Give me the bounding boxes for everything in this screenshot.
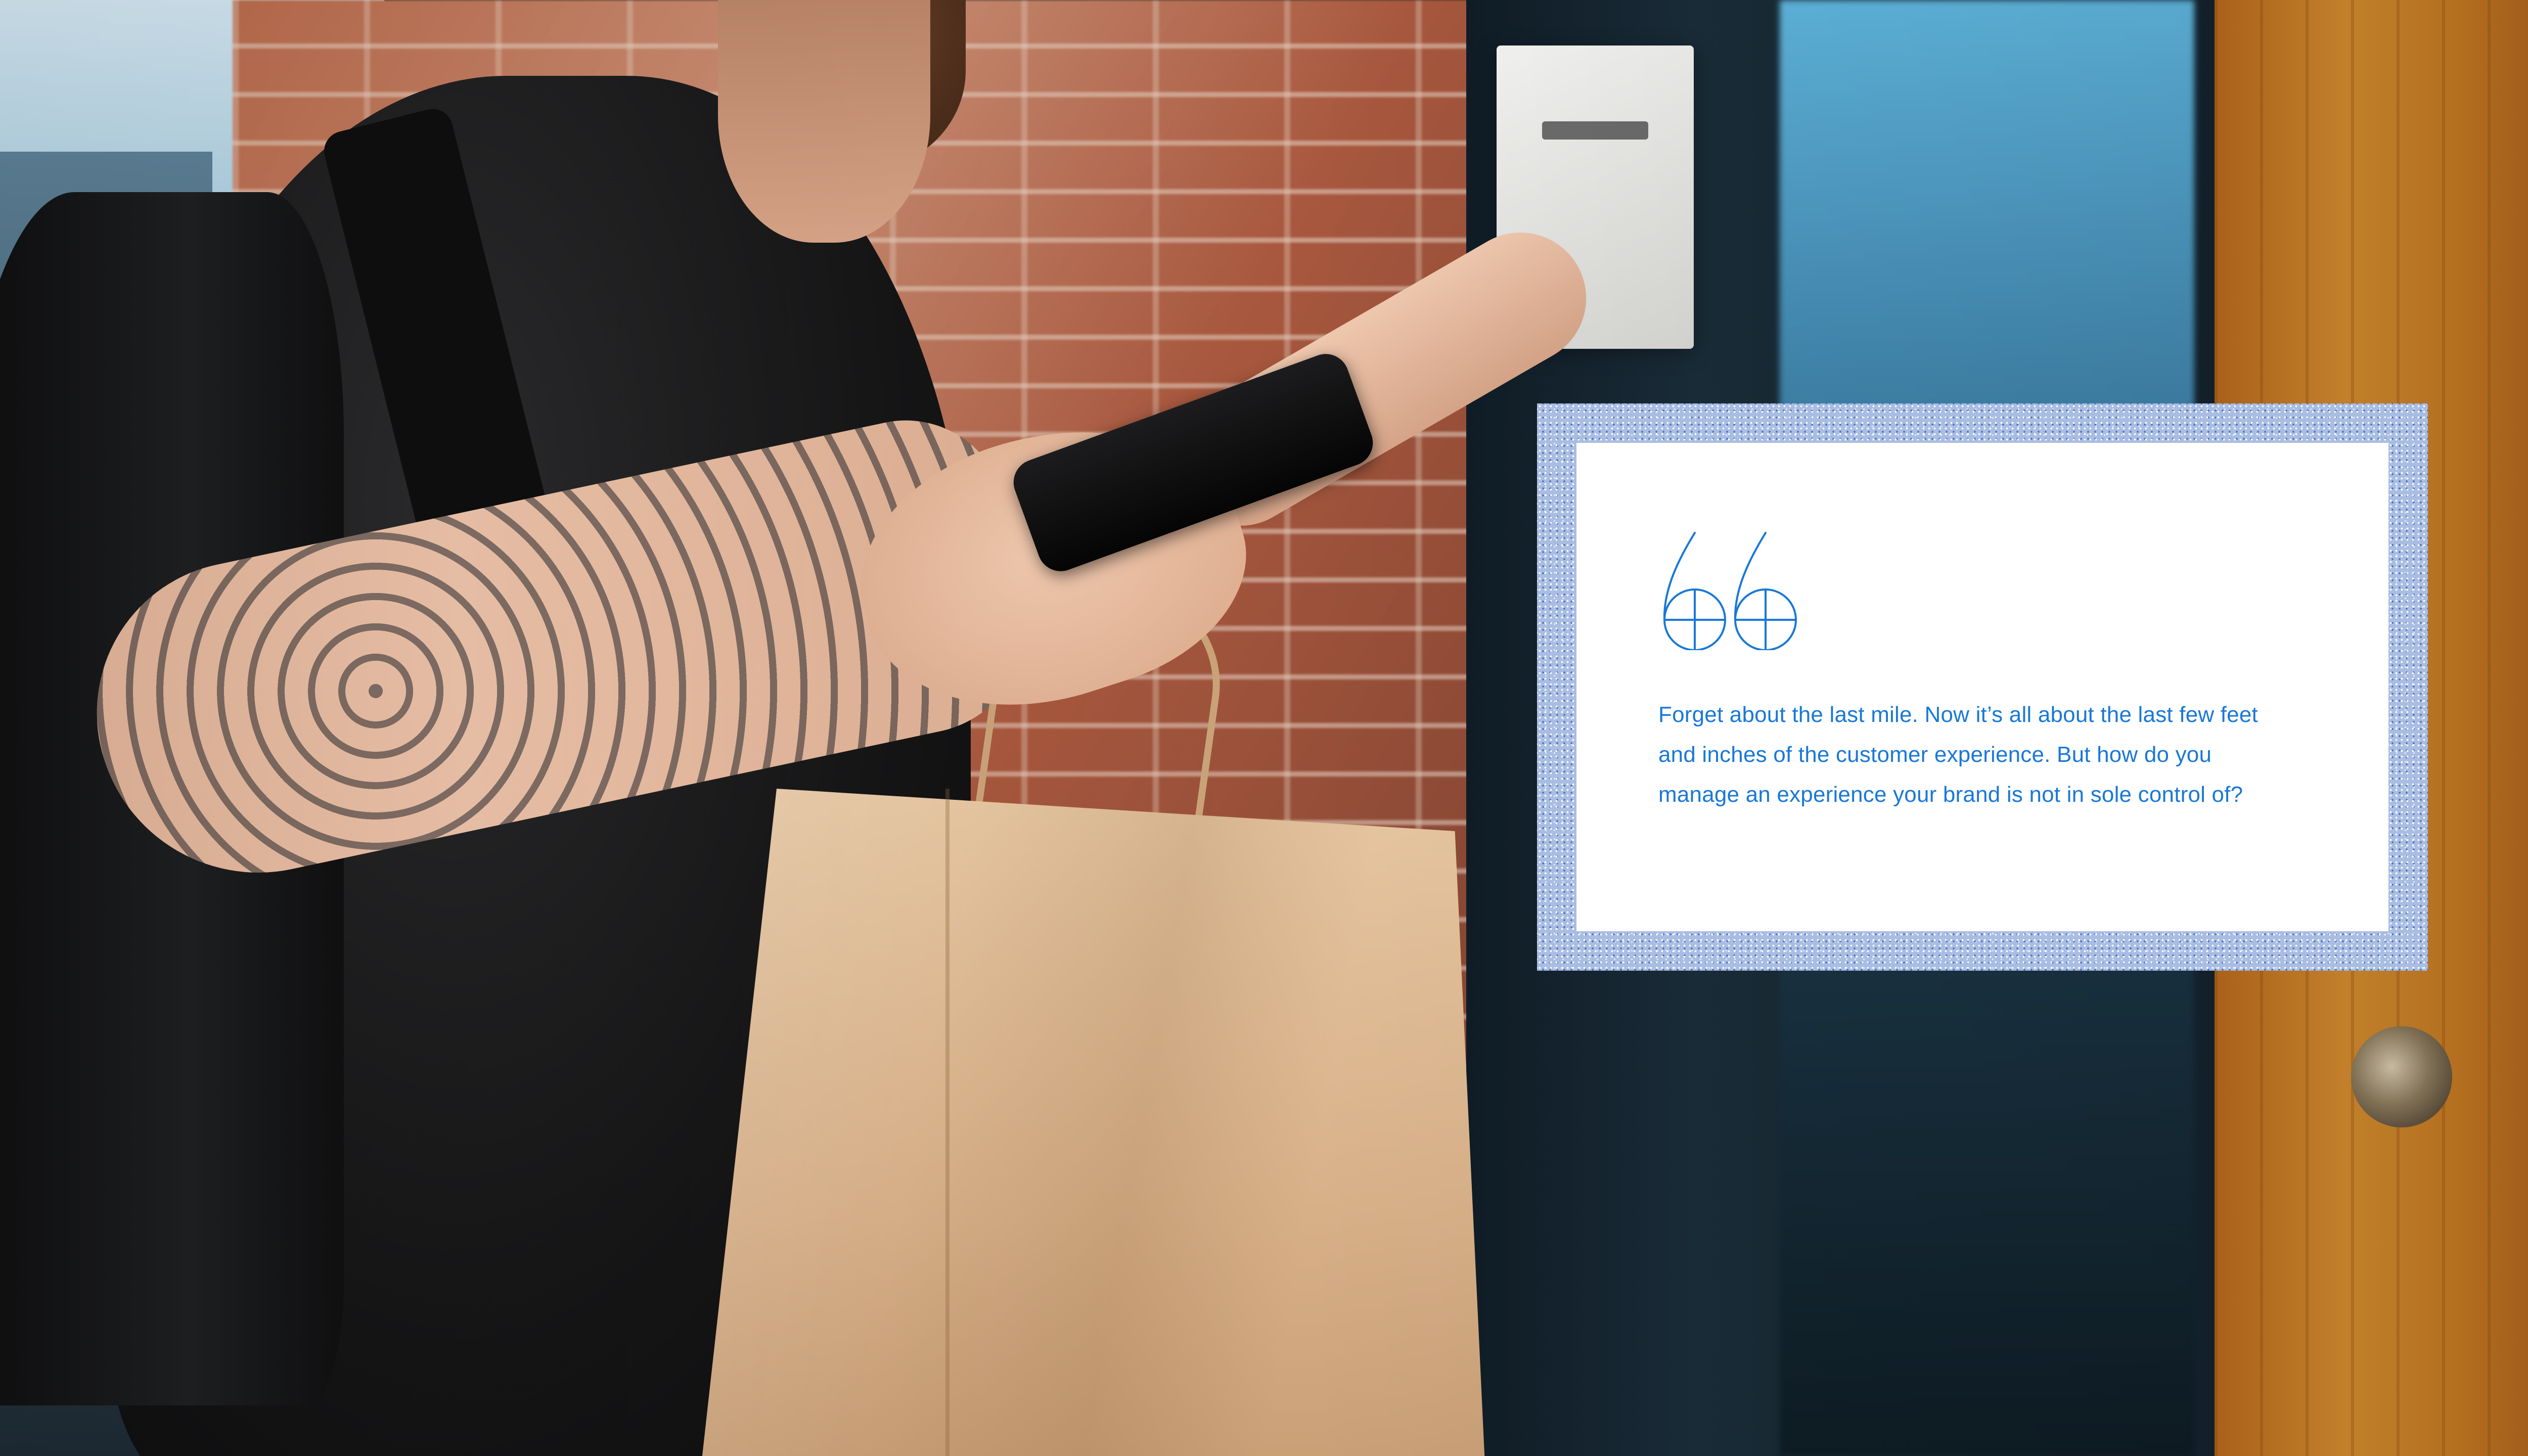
quote-card: Forget about the last mile. Now it’s all… bbox=[1537, 403, 2428, 971]
quote-card-inner: Forget about the last mile. Now it’s all… bbox=[1576, 443, 2388, 931]
opening-quote-mark-icon bbox=[1663, 532, 1797, 650]
quote-text: Forget about the last mile. Now it’s all… bbox=[1658, 702, 2258, 807]
